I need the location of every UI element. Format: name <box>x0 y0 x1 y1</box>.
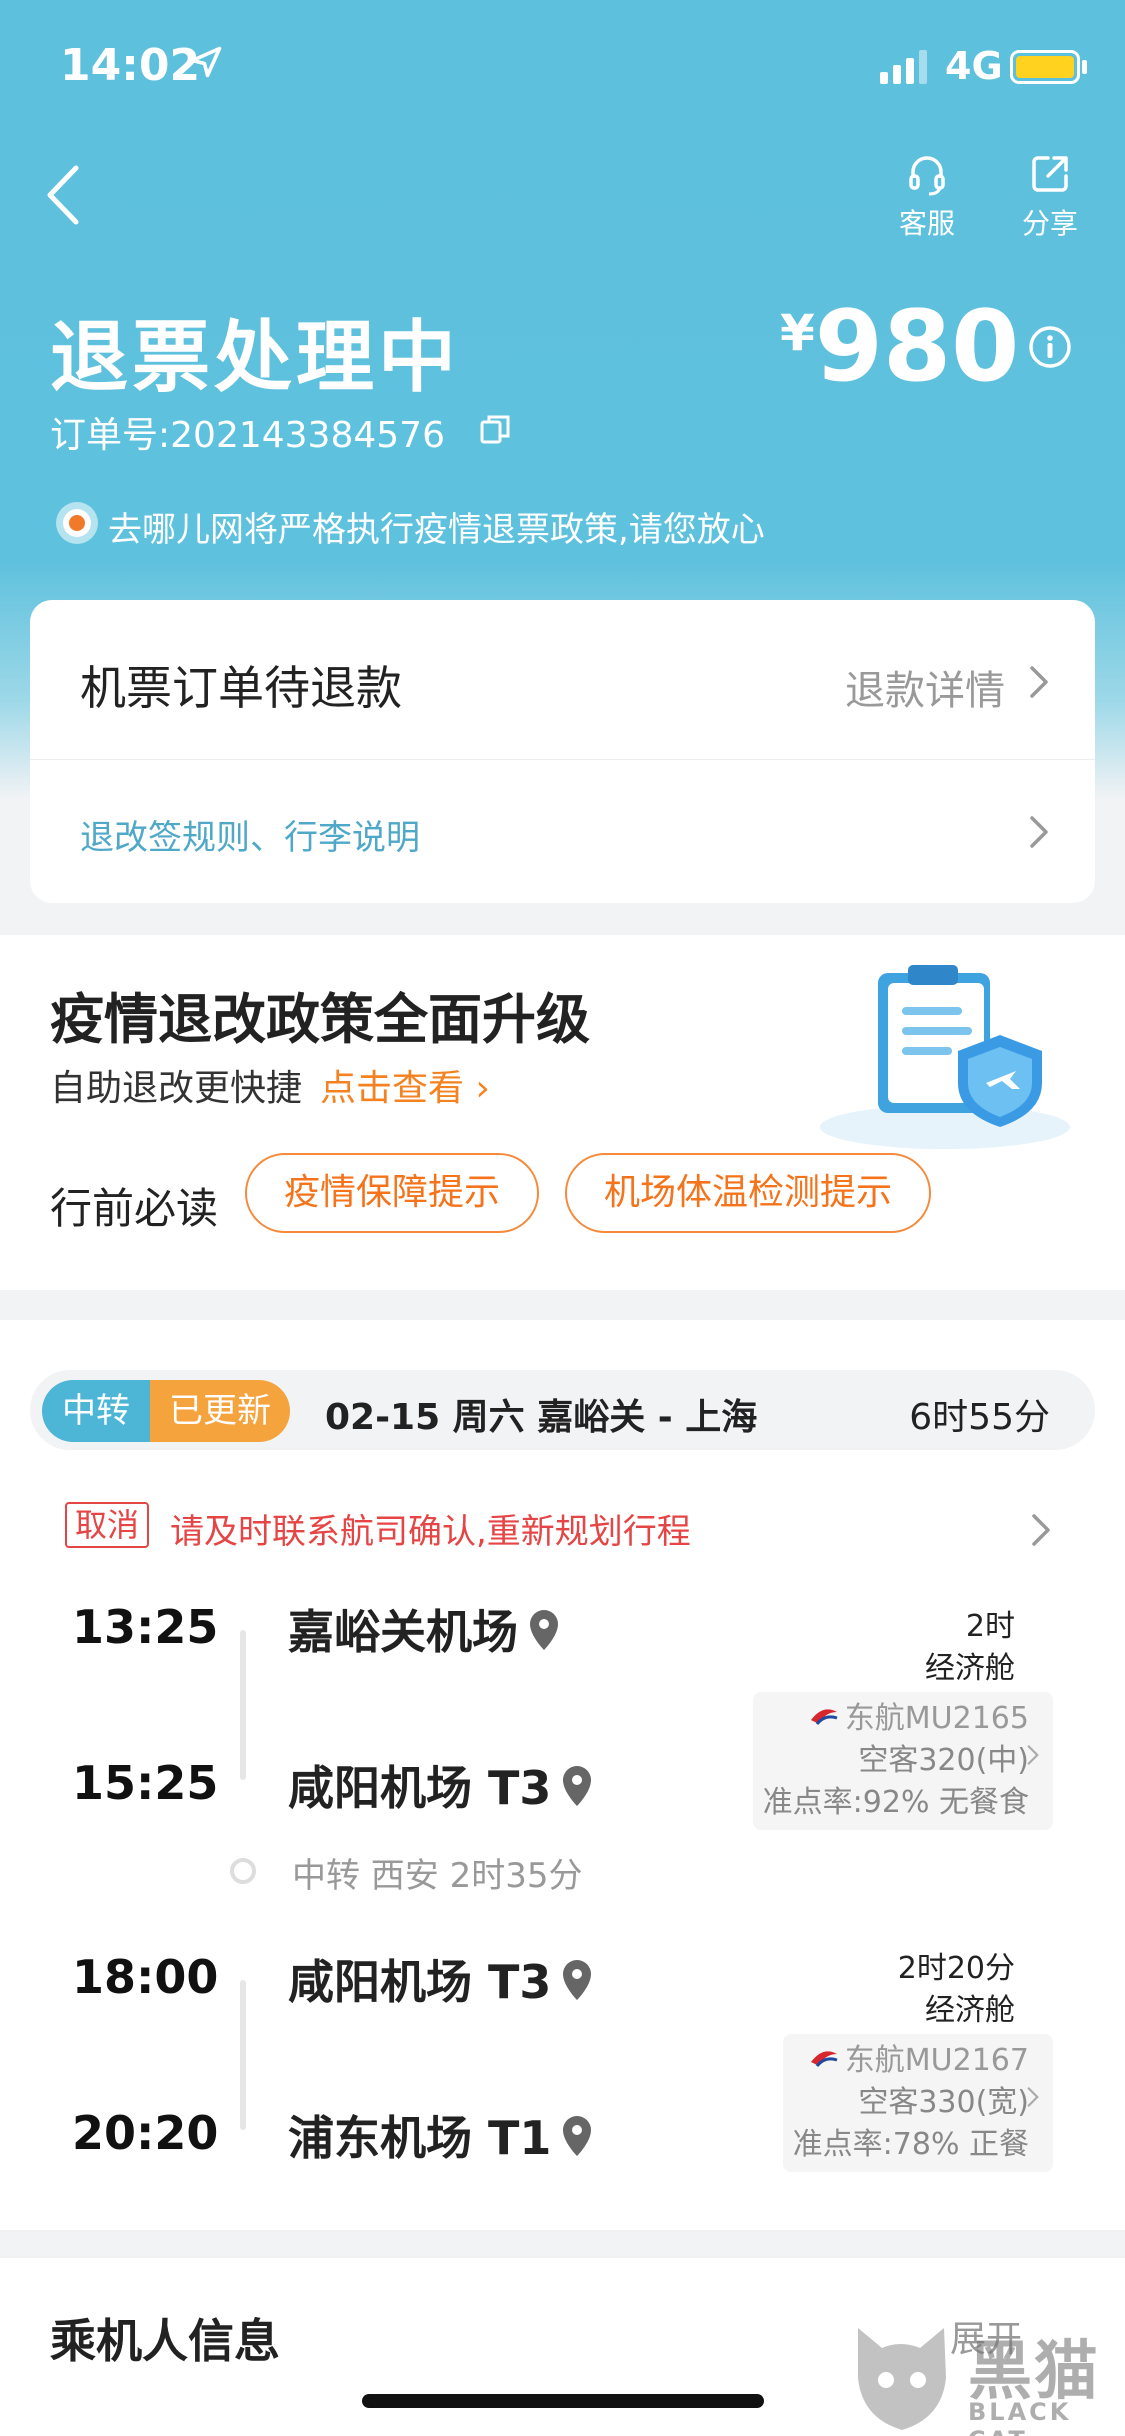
segment-duration: 2时20分 <box>897 1951 1015 1986</box>
status-bar: 14:02 4G <box>0 0 1125 140</box>
flight-number: 东航MU2165 <box>844 1701 1029 1736</box>
map-pin-icon <box>563 1960 592 2000</box>
battery-icon <box>1010 50 1080 84</box>
status-time: 14:02 <box>60 40 201 91</box>
chevron-right-icon[interactable] <box>1028 1510 1054 1550</box>
china-eastern-logo-icon <box>810 2051 838 2067</box>
page-title: 退票处理中 <box>50 313 461 403</box>
cancel-message[interactable]: 请及时联系航司确认,重新规划行程 <box>170 1504 691 1553</box>
arrival-time: 20:20 <box>72 2106 219 2160</box>
refund-status-title: 机票订单待退款 <box>80 661 402 715</box>
segment-timeline <box>240 1980 246 2130</box>
departure-airport-name: 咸阳机场 T3 <box>288 1955 552 2009</box>
flight-info-box[interactable]: 东航MU2167 空客330(宽) 准点率:78% 正餐 <box>782 2034 1053 2172</box>
arrival-airport-name: 咸阳机场 T3 <box>288 1761 552 1815</box>
cabin-class: 经济舱 <box>925 1993 1015 2028</box>
customer-service-label: 客服 <box>898 207 955 240</box>
map-pin-icon <box>563 2116 592 2156</box>
transfer-info: 中转 西安 2时35分 <box>292 1856 583 1896</box>
chevron-right-icon <box>1027 2087 1039 2107</box>
location-arrow-icon <box>190 46 222 78</box>
flight-info-box[interactable]: 东航MU2165 空客320(中) 准点率:92% 无餐食 <box>752 1692 1053 1830</box>
flight-number: 东航MU2167 <box>844 2043 1029 2078</box>
segment-duration-cabin: 2时经济舱 <box>925 1606 1015 1690</box>
policy-section: 疫情退改政策全面升级 自助退改更快捷 点击查看 › 行前必读 疫情保障提示 机场… <box>0 935 1125 1290</box>
segment-timeline <box>240 1630 246 1780</box>
arrival-time: 15:25 <box>72 1756 219 1810</box>
airport-temperature-check-tip-button[interactable]: 机场体温检测提示 <box>565 1153 931 1233</box>
map-pin-icon <box>530 1610 558 1650</box>
chevron-right-icon[interactable] <box>1026 812 1052 852</box>
segment-duration: 2时 <box>965 1609 1015 1644</box>
info-icon[interactable] <box>1028 325 1072 369</box>
network-type: 4G <box>945 44 1003 88</box>
departure-time: 13:25 <box>72 1600 219 1654</box>
departure-time: 18:00 <box>72 1950 219 2004</box>
chevron-right-icon <box>1027 1745 1039 1765</box>
headset-icon <box>909 156 945 196</box>
refund-amount: ¥980 <box>780 290 1019 404</box>
battery-tip <box>1082 60 1087 74</box>
order-number: 订单号:202143384576 <box>50 415 445 456</box>
copy-icon[interactable] <box>478 412 512 446</box>
punctuality-meal: 准点率:78% 正餐 <box>792 2127 1029 2162</box>
signal-icon <box>880 50 927 84</box>
aircraft-type: 空客330(宽) <box>858 2085 1029 2120</box>
arrival-airport[interactable]: 浦东机场 T1 <box>288 2102 593 2168</box>
policy-view-link[interactable]: 点击查看 › <box>320 1059 490 1111</box>
notice-dot-icon <box>56 502 98 544</box>
transfer-dot <box>230 1858 256 1884</box>
must-read-label: 行前必读 <box>50 1184 219 1233</box>
refund-card: 机票订单待退款 退款详情 退改签规则、行李说明 <box>30 600 1095 903</box>
share-label: 分享 <box>1021 207 1078 240</box>
policy-document-shield-illustration <box>820 965 1070 1149</box>
epidemic-protection-tip-button[interactable]: 疫情保障提示 <box>245 1153 539 1233</box>
refund-status-row[interactable]: 机票订单待退款 退款详情 <box>30 600 1095 760</box>
china-eastern-logo-icon <box>810 1709 838 1725</box>
departure-airport-name: 嘉峪关机场 <box>288 1605 518 1659</box>
policy-subtitle: 自助退改更快捷 <box>50 1068 303 1109</box>
watermark-subtext: BLACK CAT <box>968 2398 1072 2436</box>
segment-duration-cabin: 2时20分经济舱 <box>898 1948 1015 2032</box>
arrival-airport[interactable]: 咸阳机场 T3 <box>288 1752 593 1818</box>
route-date-cities: 02-15 周六 嘉峪关 - 上海 <box>325 1397 758 1438</box>
total-duration: 6时55分 <box>909 1397 1050 1438</box>
back-chevron-icon[interactable] <box>40 160 90 230</box>
departure-airport[interactable]: 嘉峪关机场 <box>288 1596 560 1662</box>
rules-baggage-link[interactable]: 退改签规则、行李说明 <box>80 810 420 859</box>
aircraft-type: 空客320(中) <box>858 1743 1029 1778</box>
map-pin-icon <box>563 1766 592 1806</box>
price-currency: ¥ <box>780 304 815 362</box>
departure-airport[interactable]: 咸阳机场 T3 <box>288 1946 593 2012</box>
cabin-class: 经济舱 <box>925 1651 1015 1686</box>
policy-view-label: 点击查看 <box>320 1068 465 1109</box>
customer-service-button[interactable]: 客服 <box>882 150 972 242</box>
punctuality-meal: 准点率:92% 无餐食 <box>762 1785 1029 1820</box>
arrival-airport-name: 浦东机场 T1 <box>288 2111 552 2165</box>
price-amount: 980 <box>814 290 1020 404</box>
transfer-tag: 中转 <box>42 1380 150 1442</box>
home-indicator[interactable] <box>362 2394 764 2408</box>
policy-title: 疫情退改政策全面升级 <box>50 988 590 1051</box>
share-icon <box>1032 156 1068 192</box>
passenger-info-title: 乘机人信息 <box>50 2314 280 2368</box>
share-button[interactable]: 分享 <box>1005 150 1095 242</box>
cancel-badge: 取消 <box>65 1502 150 1548</box>
refund-detail-link[interactable]: 退款详情 <box>845 658 1005 716</box>
chevron-right-icon <box>1030 666 1048 698</box>
policy-notice: 去哪儿网将严格执行疫情退票政策,请您放心 <box>108 510 765 550</box>
updated-tag: 已更新 <box>150 1380 290 1442</box>
